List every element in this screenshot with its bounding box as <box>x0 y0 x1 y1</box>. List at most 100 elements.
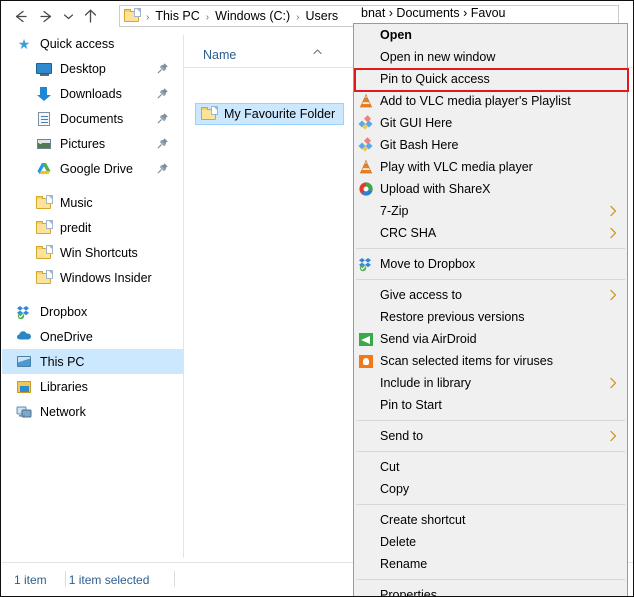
menu-item-scan-selected-items-for-viruses[interactable]: Scan selected items for viruses <box>354 350 627 372</box>
breadcrumb-users[interactable]: Users <box>304 9 341 23</box>
menu-item-give-access-to[interactable]: Give access to <box>354 284 627 306</box>
status-item-count: 1 item <box>14 573 47 587</box>
menu-item-add-to-vlc-media-player-s-playlist[interactable]: Add to VLC media player's Playlist <box>354 90 627 112</box>
menu-item-label: CRC SHA <box>380 226 437 240</box>
menu-item-play-with-vlc-media-player[interactable]: Play with VLC media player <box>354 156 627 178</box>
network-icon <box>16 404 32 420</box>
chevron-right-icon <box>608 226 618 240</box>
menu-item-properties[interactable]: Properties <box>354 584 627 597</box>
sidebar-item-libraries[interactable]: Libraries <box>2 374 183 399</box>
status-divider <box>174 571 175 587</box>
file-explorer-window: › This PC › Windows (C:) › Users bnat › … <box>0 0 634 597</box>
menu-item-label: Copy <box>380 482 410 496</box>
menu-item-cut[interactable]: Cut <box>354 456 627 478</box>
sidebar-item-documents[interactable]: Documents <box>2 106 183 131</box>
sidebar-item-label: Google Drive <box>60 161 133 176</box>
menu-item-send-via-airdroid[interactable]: Send via AirDroid <box>354 328 627 350</box>
dropbox-icon <box>16 304 32 320</box>
sidebar-item-quick-access[interactable]: ★ Quick access <box>2 31 183 56</box>
sidebar-item-label: OneDrive <box>40 329 93 344</box>
sidebar-item-this-pc[interactable]: This PC <box>2 349 183 374</box>
menu-item-restore-previous-versions[interactable]: Restore previous versions <box>354 306 627 328</box>
menu-item-open-in-new-window[interactable]: Open in new window <box>354 46 627 68</box>
sidebar-item-label: Network <box>40 404 86 419</box>
context-menu[interactable]: Open Open in new window Pin to Quick acces… <box>353 23 628 597</box>
pin-icon[interactable] <box>157 112 169 124</box>
google-drive-icon <box>36 161 52 177</box>
sidebar-item-downloads[interactable]: Downloads <box>2 81 183 106</box>
sidebar-item-google-drive[interactable]: Google Drive <box>2 156 183 181</box>
menu-item-label: Restore previous versions <box>380 310 525 324</box>
sidebar-item-network[interactable]: Network <box>2 399 183 424</box>
menu-separator <box>356 504 625 505</box>
column-header-label: Name <box>203 48 237 62</box>
forward-button[interactable] <box>33 3 59 29</box>
pin-icon[interactable] <box>157 62 169 74</box>
chevron-right-icon <box>608 376 618 390</box>
sidebar-item-onedrive[interactable]: OneDrive <box>2 324 183 349</box>
breadcrumb-windows-c[interactable]: Windows (C:) <box>213 9 292 23</box>
git-icon <box>358 137 374 153</box>
menu-item-pin-to-quick-access[interactable]: Pin to Quick access <box>354 68 627 90</box>
menu-item-upload-with-sharex[interactable]: Upload with ShareX <box>354 178 627 200</box>
sidebar-item-label: Dropbox <box>40 304 88 319</box>
breadcrumb-this-pc[interactable]: This PC <box>153 9 201 23</box>
folder-icon <box>201 106 218 121</box>
up-button[interactable] <box>77 3 103 29</box>
list-item[interactable]: My Favourite Folder <box>195 103 345 125</box>
menu-item-crc-sha[interactable]: CRC SHA <box>354 222 627 244</box>
menu-item-git-gui-here[interactable]: Git GUI Here <box>354 112 627 134</box>
star-icon: ★ <box>17 35 31 52</box>
menu-item-label: Properties <box>380 588 437 597</box>
menu-item-open[interactable]: Open <box>354 24 627 46</box>
sidebar-item-windows-insider[interactable]: Windows Insider <box>2 265 183 290</box>
sidebar-item-label: Documents <box>60 111 124 126</box>
folder-icon <box>36 269 53 285</box>
sidebar-item-predit[interactable]: predit <box>2 215 183 240</box>
sidebar-item-label: Libraries <box>40 379 88 394</box>
menu-item-send-to[interactable]: Send to <box>354 425 627 447</box>
nav-group-gap <box>2 181 183 190</box>
vlc-icon <box>358 159 374 175</box>
menu-item-pin-to-start[interactable]: Pin to Start <box>354 394 627 416</box>
menu-item-git-bash-here[interactable]: Git Bash Here <box>354 134 627 156</box>
chevron-right-icon <box>608 288 618 302</box>
menu-item-rename[interactable]: Rename <box>354 553 627 575</box>
folder-icon <box>36 219 53 235</box>
folder-icon <box>36 194 53 210</box>
chevron-right-icon <box>608 204 618 218</box>
pin-icon[interactable] <box>157 162 169 174</box>
sidebar-item-music[interactable]: Music <box>2 190 183 215</box>
menu-item-include-in-library[interactable]: Include in library <box>354 372 627 394</box>
pin-icon[interactable] <box>157 87 169 99</box>
breadcrumb-clipped-label: bnat › Documents › Favou <box>361 6 506 20</box>
menu-item-create-shortcut[interactable]: Create shortcut <box>354 509 627 531</box>
onedrive-icon <box>16 329 32 345</box>
menu-item-label: Open in new window <box>380 50 496 64</box>
sidebar-item-label: Windows Insider <box>60 270 152 285</box>
documents-icon <box>36 111 52 127</box>
menu-item-7-zip[interactable]: 7-Zip <box>354 200 627 222</box>
sidebar-item-desktop[interactable]: Desktop <box>2 56 183 81</box>
back-button[interactable] <box>7 3 33 29</box>
menu-item-copy[interactable]: Copy <box>354 478 627 500</box>
menu-item-label: Upload with ShareX <box>380 182 491 196</box>
menu-separator <box>356 579 625 580</box>
menu-item-label: Create shortcut <box>380 513 466 527</box>
sidebar-item-dropbox[interactable]: Dropbox <box>2 299 183 324</box>
sidebar-item-pictures[interactable]: Pictures <box>2 131 183 156</box>
menu-item-delete[interactable]: Delete <box>354 531 627 553</box>
menu-item-label: 7-Zip <box>380 204 409 218</box>
libraries-icon <box>16 379 32 395</box>
folder-icon <box>124 8 141 23</box>
sidebar-item-win-shortcuts[interactable]: Win Shortcuts <box>2 240 183 265</box>
menu-item-label: Rename <box>380 557 428 571</box>
pin-icon[interactable] <box>157 137 169 149</box>
menu-item-move-to-dropbox[interactable]: Move to Dropbox <box>354 253 627 275</box>
desktop-icon <box>36 61 52 77</box>
menu-item-label: Send to <box>380 429 424 443</box>
menu-separator <box>356 279 625 280</box>
vlc-icon <box>358 93 374 109</box>
menu-item-label: Delete <box>380 535 417 549</box>
recent-locations-button[interactable] <box>59 3 77 29</box>
